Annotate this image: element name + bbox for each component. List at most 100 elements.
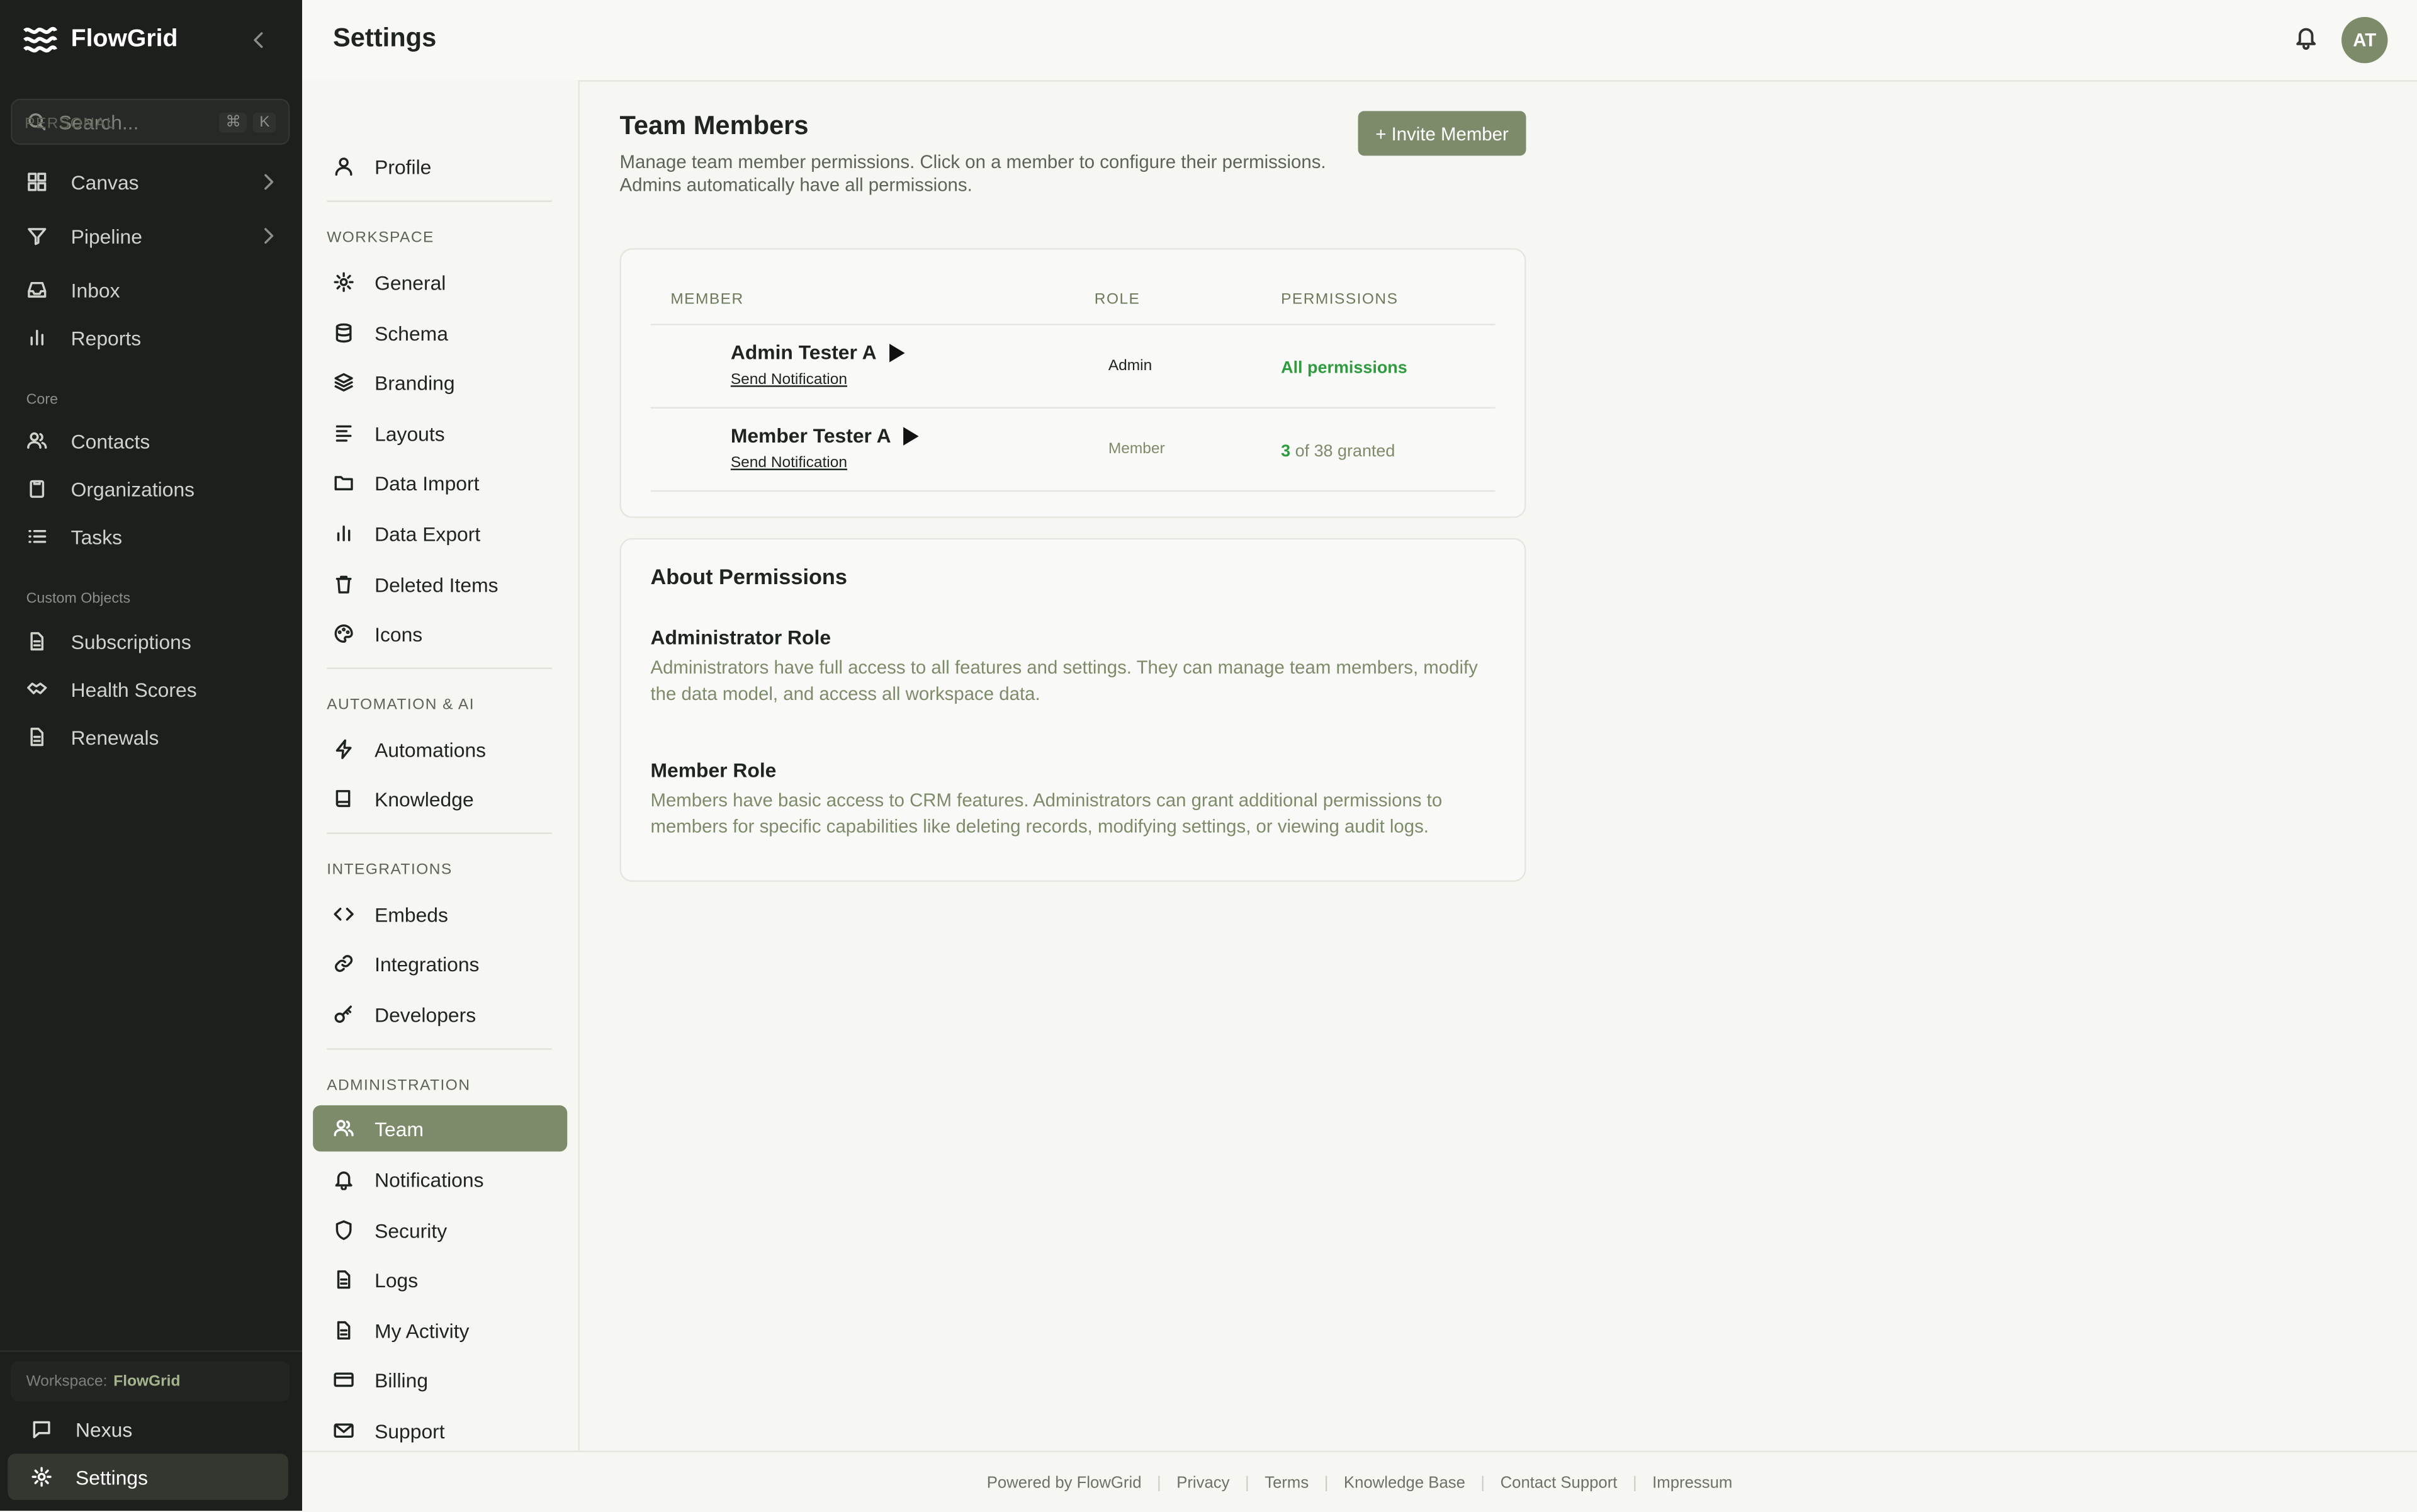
file-icon bbox=[25, 629, 49, 653]
workspace-switcher[interactable]: Workspace: FlowGrid bbox=[11, 1361, 290, 1402]
settings-item-label: Schema bbox=[375, 321, 448, 345]
settings-section-automation-ai: AUTOMATION & AI bbox=[327, 696, 475, 714]
settings-item-label: Embeds bbox=[375, 902, 448, 926]
settings-item-automations[interactable]: Automations bbox=[313, 726, 567, 772]
sidebar-divider bbox=[0, 1350, 303, 1352]
chevron-left-icon[interactable] bbox=[247, 28, 271, 52]
user-icon bbox=[332, 154, 356, 179]
settings-item-label: Icons bbox=[375, 622, 423, 645]
code-icon bbox=[332, 902, 356, 927]
settings-item-branding[interactable]: Branding bbox=[313, 359, 567, 405]
settings-item-label: Knowledge bbox=[375, 787, 474, 810]
member-name[interactable]: Admin Tester A bbox=[731, 341, 904, 364]
send-notification-link[interactable]: Send Notification bbox=[731, 454, 847, 471]
shield-icon bbox=[332, 1218, 356, 1243]
settings-item-label: General bbox=[375, 270, 446, 294]
handshake-icon bbox=[25, 677, 49, 701]
settings-item-label: Support bbox=[375, 1419, 445, 1443]
footer-link-terms[interactable]: Terms bbox=[1265, 1473, 1309, 1491]
invite-member-button[interactable]: + Invite Member bbox=[1358, 111, 1526, 156]
settings-item-data-import[interactable]: Data Import bbox=[313, 460, 567, 505]
member-name[interactable]: Member Tester A bbox=[731, 424, 919, 447]
settings-item-deleted-items[interactable]: Deleted Items bbox=[313, 561, 567, 607]
settings-item-support[interactable]: Support bbox=[313, 1408, 567, 1453]
settings-item-billing[interactable]: Billing bbox=[313, 1357, 567, 1402]
bar-chart-icon bbox=[25, 325, 49, 350]
sidebar-item-subscriptions[interactable]: Subscriptions bbox=[25, 621, 281, 662]
settings-item-label: Team bbox=[375, 1117, 424, 1141]
settings-item-schema[interactable]: Schema bbox=[313, 310, 567, 356]
sidebar-item-settings[interactable]: Settings bbox=[8, 1453, 288, 1500]
settings-divider bbox=[327, 200, 552, 202]
member-role-title: Member Role bbox=[650, 758, 777, 782]
sidebar-item-organizations[interactable]: Organizations bbox=[25, 468, 281, 509]
link-icon bbox=[332, 951, 356, 976]
granted-suffix: of 38 granted bbox=[1295, 442, 1395, 461]
settings-item-security[interactable]: Security bbox=[313, 1207, 567, 1253]
trash-icon bbox=[332, 572, 356, 597]
settings-item-label: Profile bbox=[375, 155, 432, 178]
column-header-permissions: PERMISSIONS bbox=[1281, 291, 1399, 308]
footer-separator: | bbox=[1632, 1473, 1637, 1492]
book-icon bbox=[332, 786, 356, 811]
mail-icon bbox=[332, 1418, 356, 1443]
bell-icon bbox=[332, 1167, 356, 1192]
filter-icon bbox=[25, 223, 49, 248]
administrator-role-text: Administrators have full access to all f… bbox=[650, 657, 1478, 705]
footer-link-contact-support[interactable]: Contact Support bbox=[1501, 1473, 1618, 1491]
settings-item-label: Data Export bbox=[375, 521, 481, 545]
settings-item-my-activity[interactable]: My Activity bbox=[313, 1307, 567, 1353]
settings-item-embeds[interactable]: Embeds bbox=[313, 891, 567, 937]
sidebar-item-renewals[interactable]: Renewals bbox=[25, 717, 281, 757]
settings-item-label: Branding bbox=[375, 370, 455, 394]
sidebar-item-canvas[interactable]: Canvas bbox=[25, 162, 281, 202]
sidebar-item-pipeline[interactable]: Pipeline bbox=[25, 216, 281, 256]
granted-count: 3 bbox=[1281, 442, 1291, 461]
footer-link-impressum[interactable]: Impressum bbox=[1652, 1473, 1732, 1491]
zap-icon bbox=[332, 737, 356, 762]
settings-item-notifications[interactable]: Notifications bbox=[313, 1156, 567, 1202]
settings-item-developers[interactable]: Developers bbox=[313, 991, 567, 1037]
folder-icon bbox=[332, 470, 356, 495]
settings-item-icons[interactable]: Icons bbox=[313, 611, 567, 657]
sidebar-item-tasks[interactable]: Tasks bbox=[25, 516, 281, 556]
chevron-right-icon bbox=[256, 223, 281, 248]
send-notification-link[interactable]: Send Notification bbox=[731, 371, 847, 388]
settings-item-profile[interactable]: Profile bbox=[313, 144, 567, 189]
sidebar-item-contacts[interactable]: Contacts bbox=[25, 421, 281, 461]
member-role: Member bbox=[1108, 441, 1165, 458]
sidebar-item-label: Inbox bbox=[70, 278, 120, 302]
sidebar-item-reports[interactable]: Reports bbox=[25, 317, 281, 358]
member-permissions: 3 of 38 granted bbox=[1281, 443, 1395, 461]
gear-icon bbox=[332, 270, 356, 295]
bell-icon[interactable] bbox=[2294, 25, 2318, 50]
settings-item-data-export[interactable]: Data Export bbox=[313, 511, 567, 556]
file-icon bbox=[25, 725, 49, 749]
list-icon bbox=[25, 524, 49, 549]
settings-item-logs[interactable]: Logs bbox=[313, 1256, 567, 1302]
sidebar-item-nexus[interactable]: Nexus bbox=[8, 1406, 288, 1452]
file-text-icon bbox=[332, 1318, 356, 1343]
settings-item-label: Layouts bbox=[375, 421, 445, 445]
brand[interactable]: FlowGrid bbox=[21, 21, 177, 59]
avatar[interactable]: AT bbox=[2341, 16, 2388, 64]
palette-icon bbox=[332, 621, 356, 646]
sidebar-section-core: Core bbox=[26, 392, 59, 409]
play-icon[interactable] bbox=[889, 342, 904, 362]
settings-item-knowledge[interactable]: Knowledge bbox=[313, 776, 567, 821]
sidebar-item-health-scores[interactable]: Health Scores bbox=[25, 669, 281, 709]
footer-link-privacy[interactable]: Privacy bbox=[1176, 1473, 1229, 1491]
sidebar-item-inbox[interactable]: Inbox bbox=[25, 270, 281, 310]
member-role: Admin bbox=[1108, 358, 1152, 375]
sidebar-item-label: Canvas bbox=[70, 170, 139, 194]
footer-powered-by[interactable]: Powered by FlowGrid bbox=[987, 1473, 1142, 1491]
footer-link-knowledge-base[interactable]: Knowledge Base bbox=[1344, 1473, 1465, 1491]
settings-item-integrations[interactable]: Integrations bbox=[313, 940, 567, 986]
settings-item-team[interactable]: Team bbox=[313, 1105, 568, 1152]
footer-separator: | bbox=[1157, 1473, 1161, 1492]
settings-item-layouts[interactable]: Layouts bbox=[313, 410, 567, 456]
settings-item-label: Security bbox=[375, 1218, 448, 1242]
play-icon[interactable] bbox=[903, 426, 919, 445]
settings-item-general[interactable]: General bbox=[313, 259, 567, 305]
settings-item-label: Automations bbox=[375, 737, 487, 761]
